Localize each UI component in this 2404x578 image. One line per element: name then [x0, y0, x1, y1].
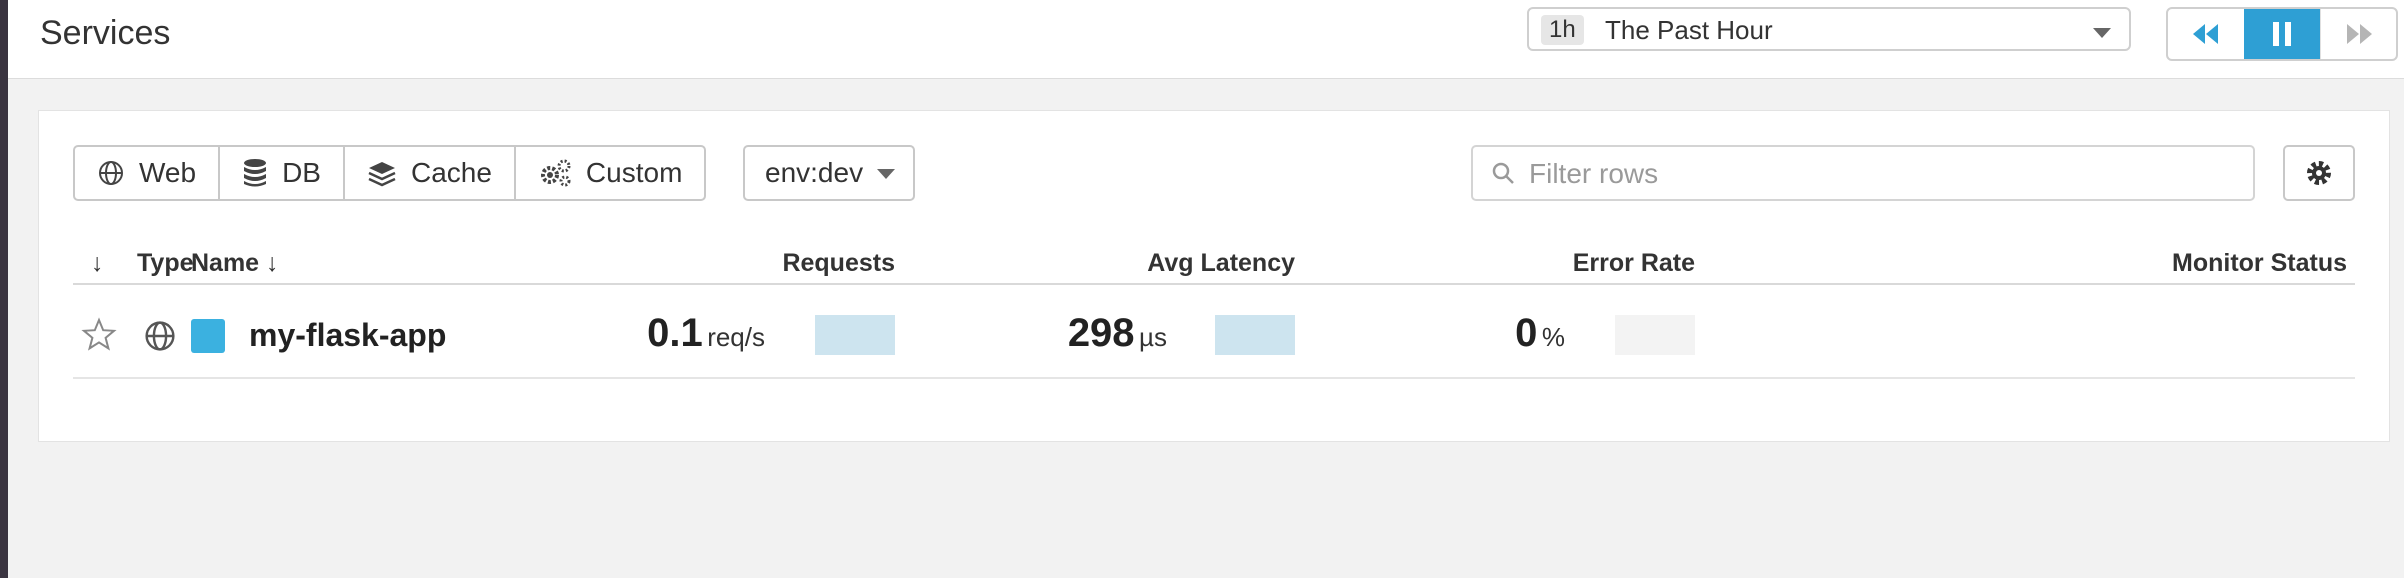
pause-button[interactable]: [2244, 9, 2320, 59]
error-rate-sparkline: [1615, 315, 1695, 355]
service-color-swatch: [191, 319, 225, 353]
rewind-icon: [2193, 24, 2218, 44]
type-filter-group: Web DB Cache Custom: [73, 145, 707, 201]
requests-number: 0.1: [647, 311, 703, 355]
table-header: ↓ Type Name ↓ Requests Avg Latency Error…: [73, 237, 2355, 285]
page-title: Services: [40, 14, 171, 52]
fast-forward-button[interactable]: [2320, 9, 2396, 59]
timeframe-selector[interactable]: 1h The Past Hour: [1527, 7, 2131, 51]
filter-cache-button[interactable]: Cache: [345, 147, 516, 199]
column-error-rate[interactable]: Error Rate: [1573, 249, 1695, 278]
latency-value: 298 µs: [1068, 311, 1167, 356]
chevron-down-icon: [2093, 28, 2111, 38]
filter-rows-field: [1471, 145, 2255, 201]
latency-unit: µs: [1139, 322, 1167, 352]
filter-web-label: Web: [139, 157, 197, 188]
database-icon: [244, 159, 267, 187]
service-name-link[interactable]: my-flask-app: [249, 317, 446, 354]
timeframe-badge: 1h: [1541, 15, 1584, 45]
column-monitor-status[interactable]: Monitor Status: [2172, 249, 2347, 278]
filter-rows-input[interactable]: [1527, 147, 2231, 201]
gear-icon: [2307, 161, 2331, 185]
timeframe-label: The Past Hour: [1605, 15, 1773, 45]
gears-icon: [540, 159, 571, 187]
column-avg-latency[interactable]: Avg Latency: [1147, 249, 1295, 278]
filter-custom-button[interactable]: Custom: [516, 147, 704, 199]
pause-icon: [2273, 22, 2291, 46]
column-requests[interactable]: Requests: [782, 249, 895, 278]
column-name[interactable]: Name ↓: [191, 249, 279, 278]
chevron-down-icon: [877, 169, 895, 179]
env-value: env:dev: [765, 157, 864, 188]
latency-sparkline: [1215, 315, 1295, 355]
column-type[interactable]: Type: [137, 249, 194, 278]
window-edge: [0, 0, 8, 578]
requests-value: 0.1 req/s: [647, 311, 765, 356]
latency-number: 298: [1067, 311, 1135, 355]
layers-icon: [368, 162, 396, 187]
table-row[interactable]: my-flask-app 0.1 req/s 298 µs 0 %: [73, 299, 2355, 379]
error-rate-unit: %: [1541, 322, 1565, 352]
playback-controls: [2166, 7, 2398, 61]
env-selector[interactable]: env:dev: [743, 145, 915, 201]
globe-icon: [99, 161, 123, 185]
star-icon[interactable]: [81, 317, 117, 353]
top-bar: Services 1h The Past Hour: [8, 0, 2404, 79]
error-rate-number: 0: [1515, 311, 1538, 355]
column-sort-arrow[interactable]: ↓: [91, 249, 104, 278]
globe-icon: [145, 321, 175, 351]
requests-sparkline: [815, 315, 895, 355]
search-icon: [1492, 162, 1514, 184]
settings-button[interactable]: [2283, 145, 2355, 201]
filter-db-button[interactable]: DB: [220, 147, 345, 199]
filter-cache-label: Cache: [410, 157, 492, 188]
fast-forward-icon: [2347, 24, 2372, 44]
filter-web-button[interactable]: Web: [75, 147, 221, 199]
rewind-button[interactable]: [2168, 9, 2244, 59]
filter-custom-label: Custom: [585, 157, 683, 188]
filter-db-label: DB: [282, 157, 321, 188]
requests-unit: req/s: [707, 322, 765, 352]
error-rate-value: 0 %: [1515, 311, 1565, 356]
services-panel: Web DB Cache Custom env:dev Filter rows …: [38, 110, 2390, 442]
